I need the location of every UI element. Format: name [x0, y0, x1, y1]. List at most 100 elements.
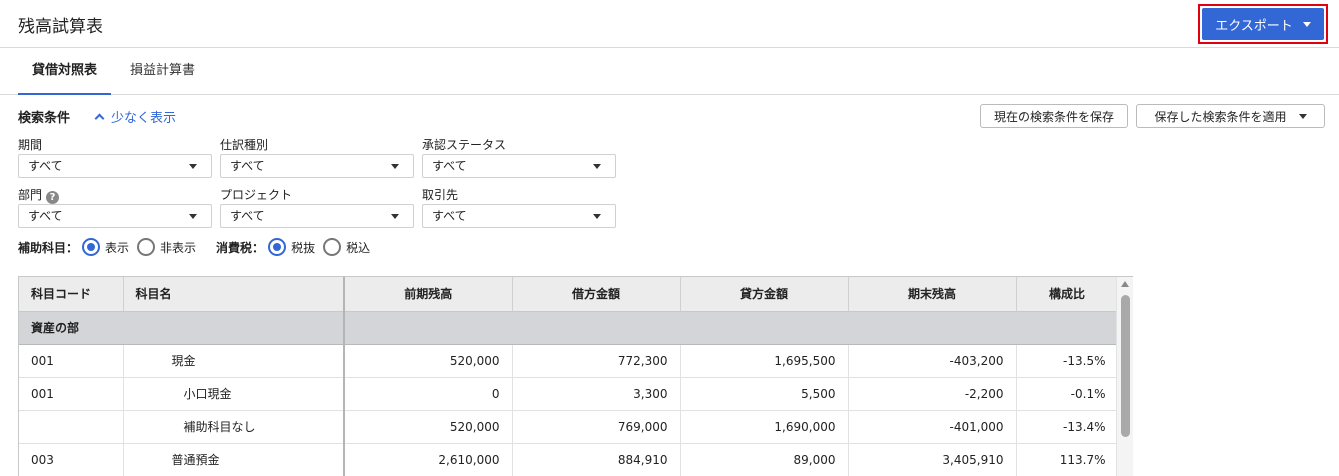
search-conditions-heading: 検索条件 — [18, 111, 71, 126]
table-row[interactable]: 001 現金 520,000 772,300 1,695,500 -403,20… — [19, 344, 1119, 378]
apply-saved-conditions-dropdown[interactable]: 保存した検索条件を適用 — [1136, 104, 1325, 128]
cell-credit: 1,695,500 — [680, 344, 849, 378]
filter-period-label: 期間 — [18, 138, 43, 152]
col-debit[interactable]: 借方金額 — [512, 277, 681, 312]
chevron-down-icon — [189, 214, 197, 219]
apply-saved-conditions-label: 保存した検索条件を適用 — [1154, 109, 1287, 124]
cell-debit: 769,000 — [512, 410, 681, 444]
cell-credit: 5,500 — [680, 377, 849, 411]
filter-department-select[interactable]: すべて — [18, 204, 212, 228]
cell-ratio: -13.5% — [1016, 344, 1119, 378]
chevron-down-icon — [593, 214, 601, 219]
cell-prev: 520,000 — [344, 410, 513, 444]
cell-ending: -401,000 — [848, 410, 1017, 444]
section-label: 資産の部 — [19, 311, 345, 345]
radio-sub-account-hide-label[interactable]: 非表示 — [160, 239, 196, 256]
table-row[interactable]: 補助科目なし 520,000 769,000 1,690,000 -401,00… — [19, 410, 1119, 444]
cell-credit: 89,000 — [680, 443, 849, 476]
chevron-down-icon — [391, 164, 399, 169]
filter-approval-status-label: 承認ステータス — [422, 138, 507, 152]
cell-debit: 772,300 — [512, 344, 681, 378]
cell-prev: 0 — [344, 377, 513, 411]
radio-sub-account-show-label[interactable]: 表示 — [105, 239, 129, 256]
filter-period-value: すべて — [28, 159, 63, 173]
filter-project-select[interactable]: すべて — [220, 204, 414, 228]
filter-journal-type-select[interactable]: すべて — [220, 154, 414, 178]
cell-name: 小口現金 — [123, 377, 345, 411]
page-header: 残高試算表 エクスポート — [0, 0, 1339, 48]
show-less-label: 少なく表示 — [111, 111, 177, 126]
chevron-up-icon — [94, 113, 105, 124]
tab-balance-sheet[interactable]: 貸借対照表 — [18, 48, 112, 95]
scroll-thumb[interactable] — [1121, 295, 1130, 437]
cell-debit: 3,300 — [512, 377, 681, 411]
filter-journal-type-label: 仕訳種別 — [220, 138, 269, 152]
radio-sub-account-hide[interactable] — [137, 238, 156, 256]
radio-tax-included-label[interactable]: 税込 — [346, 239, 370, 256]
col-prev-balance[interactable]: 前期残高 — [344, 277, 513, 312]
radio-tax-included[interactable] — [323, 238, 342, 256]
section-fill — [344, 311, 1119, 345]
export-highlight: エクスポート — [1198, 4, 1328, 44]
cell-code: 003 — [19, 443, 124, 476]
cell-code: 001 — [19, 377, 124, 411]
radio-tax-excluded-label[interactable]: 税抜 — [291, 239, 315, 256]
chevron-down-icon — [1298, 113, 1307, 119]
trial-balance-table: 科目コード 科目名 前期残高 借方金額 貸方金額 期末残高 構成比 資産の部 0… — [18, 276, 1133, 476]
table-row[interactable]: 001 小口現金 0 3,300 5,500 -2,200 -0.1% — [19, 377, 1119, 411]
radio-tax-excluded[interactable] — [268, 238, 287, 256]
cell-code — [19, 410, 124, 444]
table-row[interactable]: 003 普通預金 2,610,000 884,910 89,000 3,405,… — [19, 443, 1119, 476]
cell-prev: 2,610,000 — [344, 443, 513, 476]
filter-period-select[interactable]: すべて — [18, 154, 212, 178]
col-ending-balance[interactable]: 期末残高 — [848, 277, 1017, 312]
filter-department-value: すべて — [28, 209, 63, 223]
cell-ratio: -0.1% — [1016, 377, 1119, 411]
export-button[interactable]: エクスポート — [1202, 8, 1324, 40]
save-search-conditions-button[interactable]: 現在の検索条件を保存 — [980, 104, 1128, 128]
cell-debit: 884,910 — [512, 443, 681, 476]
report-tabs: 貸借対照表 損益計算書 — [0, 48, 1339, 95]
tax-label: 消費税： — [216, 240, 265, 255]
filter-approval-status-select[interactable]: すべて — [422, 154, 616, 178]
chevron-down-icon — [1302, 21, 1311, 27]
col-credit[interactable]: 貸方金額 — [680, 277, 849, 312]
filter-journal-type-value: すべて — [230, 159, 265, 173]
export-label: エクスポート — [1215, 18, 1293, 34]
cell-ending: 3,405,910 — [848, 443, 1017, 476]
scroll-up-icon[interactable] — [1121, 281, 1129, 287]
table-header-row: 科目コード 科目名 前期残高 借方金額 貸方金額 期末残高 構成比 — [19, 277, 1119, 312]
filter-approval-status-value: すべて — [432, 159, 467, 173]
cell-name: 補助科目なし — [123, 410, 345, 444]
chevron-down-icon — [391, 214, 399, 219]
filter-partner-label: 取引先 — [422, 188, 459, 202]
cell-name: 現金 — [123, 344, 345, 378]
filter-project-label: プロジェクト — [220, 188, 293, 202]
cell-name: 普通預金 — [123, 443, 345, 476]
filter-department-label: 部門? — [18, 186, 60, 204]
cell-ending: -403,200 — [848, 344, 1017, 378]
filter-partner-value: すべて — [432, 209, 467, 223]
page-title: 残高試算表 — [18, 17, 103, 37]
table-scrollbar[interactable] — [1116, 277, 1133, 476]
display-options: 補助科目： 表示 非表示 消費税： 税抜 税込 — [18, 237, 378, 257]
cell-credit: 1,690,000 — [680, 410, 849, 444]
tab-income-statement[interactable]: 損益計算書 — [116, 48, 209, 95]
col-account-name[interactable]: 科目名 — [123, 277, 345, 312]
section-row-assets: 資産の部 — [19, 311, 1119, 345]
cell-ratio: -13.4% — [1016, 410, 1119, 444]
cell-code: 001 — [19, 344, 124, 378]
question-circle-icon[interactable]: ? — [46, 191, 60, 204]
filter-project-value: すべて — [230, 209, 265, 223]
show-less-toggle[interactable]: 少なく表示 — [94, 107, 177, 126]
filter-partner-select[interactable]: すべて — [422, 204, 616, 228]
chevron-down-icon — [593, 164, 601, 169]
col-account-code[interactable]: 科目コード — [19, 277, 124, 312]
radio-sub-account-show[interactable] — [82, 238, 101, 256]
filter-department-label-text: 部門 — [18, 188, 43, 202]
col-ratio[interactable]: 構成比 — [1016, 277, 1119, 312]
sub-account-label: 補助科目： — [18, 240, 79, 255]
cell-ratio: 113.7% — [1016, 443, 1119, 476]
chevron-down-icon — [189, 164, 197, 169]
cell-ending: -2,200 — [848, 377, 1017, 411]
